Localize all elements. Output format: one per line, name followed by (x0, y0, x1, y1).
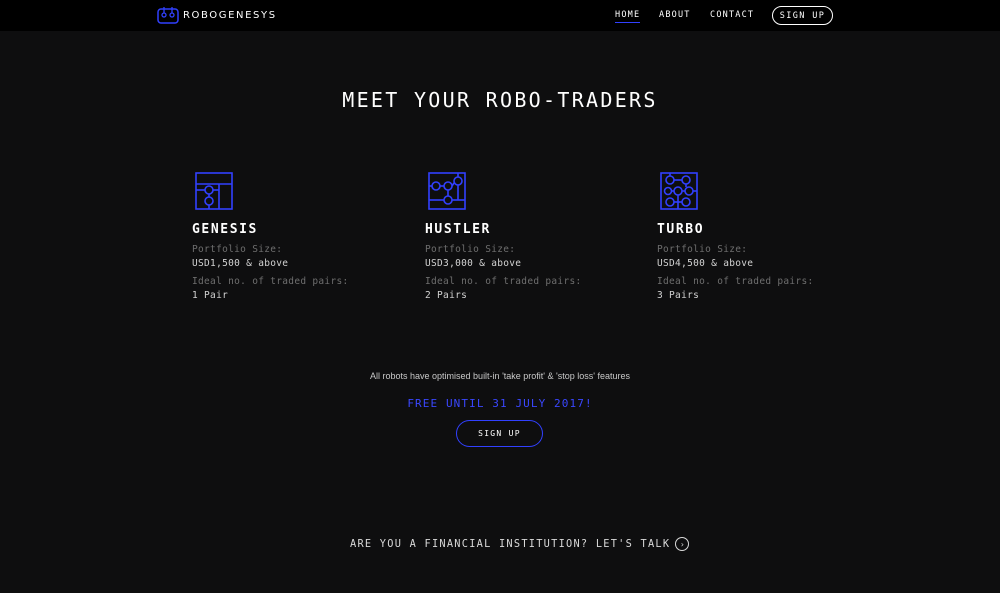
robot-card-genesis: GENESIS Portfolio Size: USD1,500 & above… (192, 172, 392, 303)
nav-about-link[interactable]: ABOUT (659, 10, 691, 20)
portfolio-label: Portfolio Size: (192, 244, 283, 255)
pairs-value: 1 Pair (192, 290, 229, 301)
chevron-right-icon: › (675, 537, 690, 551)
financial-institution-label: ARE YOU A FINANCIAL INSTITUTION? LET'S T… (350, 538, 671, 550)
robot-name: TURBO (657, 222, 705, 237)
brand-name: ROBOGENESYS (183, 9, 277, 21)
genesis-circuit-icon (195, 172, 233, 210)
financial-institution-link[interactable]: ARE YOU A FINANCIAL INSTITUTION? LET'S T… (350, 535, 690, 553)
page-title: MEET YOUR ROBO-TRADERS (342, 88, 658, 112)
top-navbar: ROBOGENESYS HOME ABOUT CONTACT SIGN UP (0, 0, 1000, 31)
portfolio-value: USD1,500 & above (192, 258, 289, 269)
header-signup-button[interactable]: SIGN UP (772, 6, 833, 25)
features-note: All robots have optimised built-in 'take… (370, 371, 630, 381)
nav-contact-link[interactable]: CONTACT (710, 10, 754, 20)
robot-name: HUSTLER (425, 222, 491, 237)
portfolio-value: USD3,000 & above (425, 258, 522, 269)
portfolio-value: USD4,500 & above (657, 258, 754, 269)
brand-logo[interactable]: ROBOGENESYS (157, 6, 277, 24)
pairs-label: Ideal no. of traded pairs: (192, 276, 349, 287)
robot-logo-icon (157, 7, 179, 24)
robot-card-hustler: HUSTLER Portfolio Size: USD3,000 & above… (425, 172, 625, 303)
turbo-circuit-icon (660, 172, 698, 210)
robot-name: GENESIS (192, 222, 258, 237)
promo-text: FREE UNTIL 31 JULY 2017! (407, 397, 593, 410)
portfolio-label: Portfolio Size: (425, 244, 516, 255)
pairs-value: 2 Pairs (425, 290, 468, 301)
pairs-value: 3 Pairs (657, 290, 700, 301)
portfolio-label: Portfolio Size: (657, 244, 748, 255)
signup-button[interactable]: SIGN UP (456, 420, 543, 447)
robot-card-turbo: TURBO Portfolio Size: USD4,500 & above I… (657, 172, 857, 303)
nav-home-link[interactable]: HOME (615, 10, 641, 23)
pairs-label: Ideal no. of traded pairs: (425, 276, 582, 287)
hustler-circuit-icon (428, 172, 466, 210)
pairs-label: Ideal no. of traded pairs: (657, 276, 814, 287)
